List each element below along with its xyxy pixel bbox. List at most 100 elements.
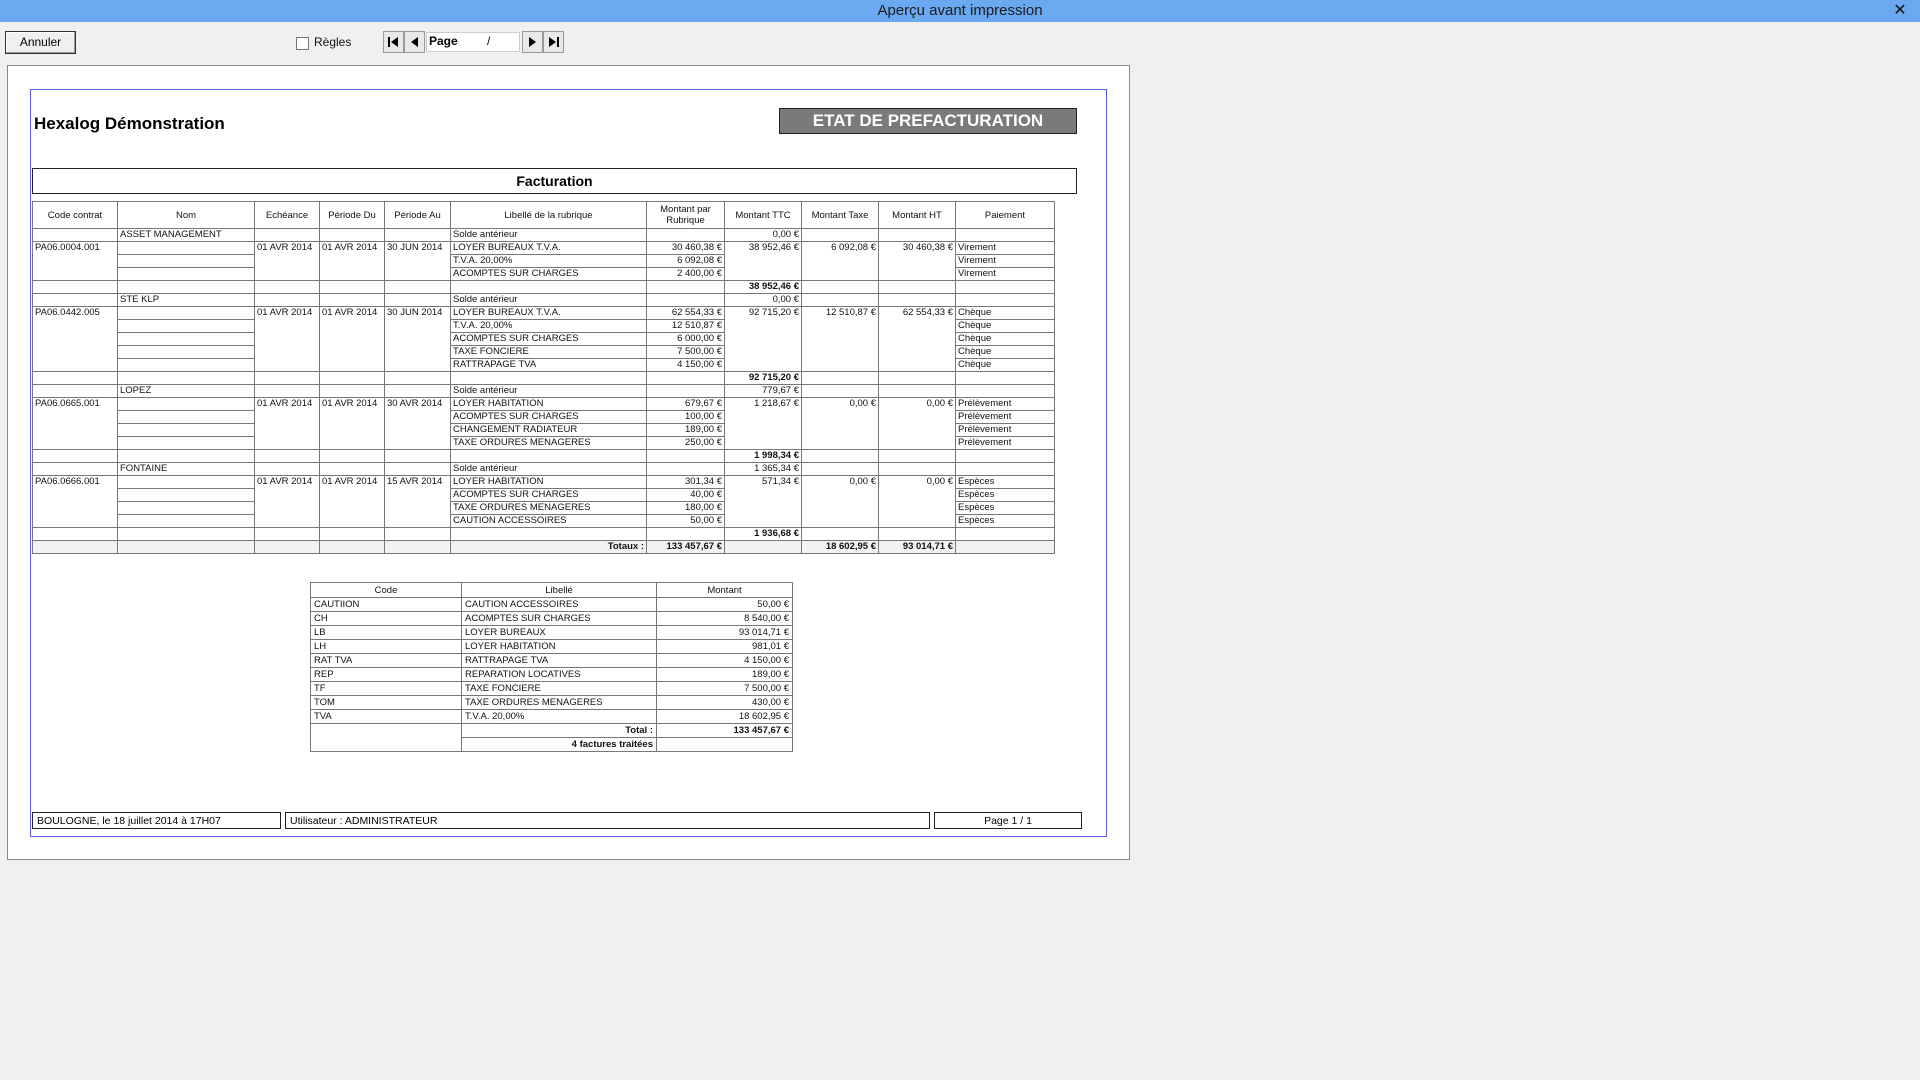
rules-checkbox[interactable] xyxy=(296,37,309,50)
empty-cell xyxy=(32,449,118,463)
payment-method: Prélèvement xyxy=(955,423,1055,437)
summary-amount: 981,01 € xyxy=(656,639,793,654)
summary-code: CAUTIION xyxy=(310,597,462,612)
amount-ttc: 1 218,67 € xyxy=(724,397,802,450)
payment-method: Prélèvement xyxy=(955,436,1055,450)
empty-cell xyxy=(319,462,385,476)
empty-cell xyxy=(656,737,793,752)
summary-label: RATTRAPAGE TVA xyxy=(461,653,657,668)
page-separator: / xyxy=(487,34,491,48)
summary-label: ACOMPTES SUR CHARGES xyxy=(461,611,657,626)
period-end: 30 AVR 2014 xyxy=(384,397,451,450)
empty-cell xyxy=(801,371,879,385)
report-banner: ETAT DE PREFACTURATION xyxy=(779,108,1077,134)
rubric-amount: 62 554,33 € xyxy=(646,306,725,320)
empty-cell xyxy=(254,462,320,476)
column-header: Période Du xyxy=(319,201,385,229)
column-header: Montant xyxy=(656,582,793,598)
previous-balance: 0,00 € xyxy=(724,228,802,242)
table-row: LOPEZ Solde antérieur 779,67 € xyxy=(32,384,1055,398)
empty-cell xyxy=(801,280,879,294)
empty-cell xyxy=(384,527,451,541)
empty-cell xyxy=(450,371,647,385)
due-date: 01 AVR 2014 xyxy=(254,397,320,450)
column-header: Libellé de la rubrique xyxy=(450,201,647,229)
empty-cell xyxy=(32,462,118,476)
footer-place-date: BOULOGNE, le 18 juillet 2014 à 17H07 xyxy=(32,812,281,829)
rubric-amount: 4 150,00 € xyxy=(646,358,725,372)
empty-cell xyxy=(319,293,385,307)
window-title: Aperçu avant impression xyxy=(877,2,1043,19)
rubric-amount: 301,34 € xyxy=(646,475,725,489)
empty-cell xyxy=(955,371,1055,385)
section-title: Facturation xyxy=(32,168,1077,194)
empty-cell xyxy=(32,280,118,294)
payment-method: Virement xyxy=(955,267,1055,281)
table-row: FONTAINE Solde antérieur 1 365,34 € xyxy=(32,462,1055,476)
summary-code: CH xyxy=(310,611,462,626)
empty-cell xyxy=(955,280,1055,294)
empty-cell xyxy=(878,527,956,541)
empty-cell xyxy=(117,501,255,515)
summary-total-label: Total : xyxy=(461,723,657,738)
empty-cell xyxy=(955,540,1055,554)
table-row: Totaux :133 457,67 € 18 602,95 €93 014,71… xyxy=(32,540,1055,554)
empty-cell xyxy=(117,488,255,502)
next-page-button[interactable] xyxy=(522,31,543,53)
column-header: Libellé xyxy=(461,582,657,598)
client-name: STE KLP xyxy=(117,293,255,307)
summary-code: TVA xyxy=(310,709,462,724)
contract-subtotal: 1 998,34 € xyxy=(724,449,802,463)
cancel-button[interactable]: Annuler xyxy=(5,31,76,54)
empty-cell xyxy=(117,319,255,333)
first-page-button[interactable] xyxy=(383,31,404,53)
empty-cell xyxy=(646,228,725,242)
amount-ht: 0,00 € xyxy=(878,397,956,450)
rubric-label: Solde antérieur xyxy=(450,228,647,242)
empty-cell xyxy=(32,540,118,554)
rubric-label: LOYER HABITATION xyxy=(450,475,647,489)
empty-cell xyxy=(955,384,1055,398)
column-header: Période Au xyxy=(384,201,451,229)
summary-amount: 430,00 € xyxy=(656,695,793,710)
period-end: 15 AVR 2014 xyxy=(384,475,451,528)
rubric-label: T.V.A. 20,00% xyxy=(450,254,647,268)
empty-cell xyxy=(878,228,956,242)
empty-cell xyxy=(878,280,956,294)
billing-table: Code contrat Nom Echéance Période Du Période… xyxy=(32,201,1055,554)
table-row: PA06.0442.005 01 AVR 2014 01 AVR 2014 30 JU… xyxy=(32,306,1055,372)
rubric-label: LOYER BUREAUX T.V.A. xyxy=(450,241,647,255)
close-icon[interactable]: ✕ xyxy=(1888,1,1912,20)
rubric-label: Solde antérieur xyxy=(450,293,647,307)
table-row: 92 715,20 € xyxy=(32,371,1055,385)
column-header: Nom xyxy=(117,201,255,229)
empty-cell xyxy=(310,723,462,752)
empty-cell xyxy=(117,475,255,489)
due-date: 01 AVR 2014 xyxy=(254,306,320,372)
amount-tax: 12 510,87 € xyxy=(801,306,879,372)
empty-cell xyxy=(319,449,385,463)
page-field[interactable]: Page / xyxy=(426,32,520,52)
last-page-button[interactable] xyxy=(543,31,564,53)
toolbar: Annuler Règles Page / xyxy=(0,22,1920,62)
empty-cell xyxy=(955,228,1055,242)
empty-cell xyxy=(955,462,1055,476)
empty-cell xyxy=(450,449,647,463)
contract-subtotal: 1 936,68 € xyxy=(724,527,802,541)
empty-cell xyxy=(384,371,451,385)
empty-cell xyxy=(319,280,385,294)
payment-method: Virement xyxy=(955,241,1055,255)
client-name: ASSET MANAGEMENT xyxy=(117,228,255,242)
empty-cell xyxy=(117,410,255,424)
column-header: Montant TTC xyxy=(724,201,802,229)
report-page: Hexalog Démonstration ETAT DE PREFACTURA… xyxy=(30,89,1107,837)
empty-cell xyxy=(384,540,451,554)
payment-method: Chèque xyxy=(955,332,1055,346)
empty-cell xyxy=(450,527,647,541)
empty-cell xyxy=(254,384,320,398)
rubric-amount: 7 500,00 € xyxy=(646,345,725,359)
rubric-amount: 100,00 € xyxy=(646,410,725,424)
table-row: LH LOYER HABITATION 981,01 € xyxy=(310,639,793,654)
prev-page-button[interactable] xyxy=(404,31,425,53)
summary-code: RAT TVA xyxy=(310,653,462,668)
